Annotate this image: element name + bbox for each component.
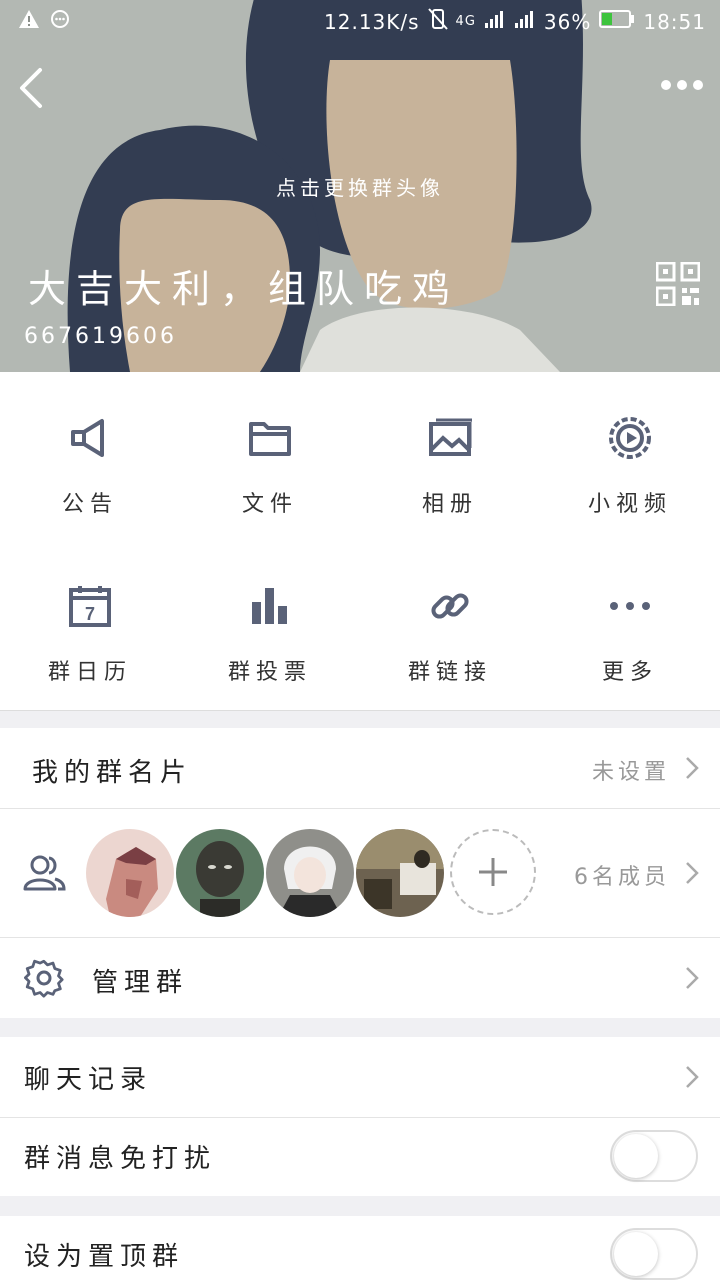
folder-icon xyxy=(249,422,291,456)
feature-album[interactable]: 相册 xyxy=(360,416,540,546)
network-speed: 12.13K/s xyxy=(324,9,420,34)
feature-short-video[interactable]: 小视频 xyxy=(540,416,720,546)
chevron-right-icon xyxy=(686,757,699,779)
chevron-right-icon xyxy=(686,1066,699,1088)
link-icon xyxy=(431,593,469,619)
feature-calendar[interactable]: 7 群日历 xyxy=(0,584,180,714)
group-header[interactable]: 12.13K/s 4G 36% 18:51 点击更换群头像 大吉大利，组队吃鸡 … xyxy=(0,0,720,372)
megaphone-icon xyxy=(71,419,104,457)
calendar-icon: 7 xyxy=(69,586,111,627)
feature-label: 文件 xyxy=(241,492,298,517)
feature-label: 群日历 xyxy=(47,660,132,685)
signal-2-icon xyxy=(514,9,536,34)
feature-label: 公告 xyxy=(61,492,118,517)
feature-label: 群链接 xyxy=(407,660,492,685)
gear-icon xyxy=(24,959,64,998)
feature-grid: 公告 文件 相册 小视频 7 群日历 群投票 群链接 更多 xyxy=(0,372,720,711)
chat-history-label: 聊天记录 xyxy=(24,1065,153,1095)
battery-icon xyxy=(599,9,635,34)
mute-row: 群消息免打扰 xyxy=(0,1118,720,1196)
my-group-card-value: 未设置 xyxy=(591,760,670,785)
pin-toggle[interactable] xyxy=(610,1228,698,1280)
album-icon xyxy=(429,418,472,456)
chat-history-row[interactable]: 聊天记录 xyxy=(0,1037,720,1117)
members-icon xyxy=(23,855,66,891)
change-avatar-hint[interactable]: 点击更换群头像 xyxy=(0,172,720,201)
feature-announcement[interactable]: 公告 xyxy=(0,416,180,546)
manage-group-row[interactable]: 管理群 xyxy=(0,938,720,1018)
feature-label: 群投票 xyxy=(227,660,312,685)
chevron-right-icon xyxy=(686,862,699,884)
back-button[interactable] xyxy=(14,66,54,110)
my-group-card-label: 我的群名片 xyxy=(32,758,193,788)
toggle-knob xyxy=(614,1134,658,1178)
warning-icon xyxy=(18,9,40,34)
member-count: 6名成员 xyxy=(574,865,670,890)
signal-icon xyxy=(484,9,506,34)
members-row[interactable]: 6名成员 xyxy=(0,809,720,937)
calendar-day: 7 xyxy=(85,604,95,624)
member-avatar[interactable] xyxy=(356,829,444,917)
ellipsis-icon xyxy=(661,80,703,90)
feature-label: 更多 xyxy=(601,660,658,685)
toggle-knob xyxy=(614,1232,658,1276)
clock: 18:51 xyxy=(643,9,706,34)
manage-group-label: 管理群 xyxy=(92,968,189,998)
more-icon xyxy=(610,602,650,610)
message-icon xyxy=(50,9,70,34)
feature-more[interactable]: 更多 xyxy=(540,584,720,714)
more-options-button[interactable] xyxy=(660,74,704,96)
feature-label: 小视频 xyxy=(587,492,672,517)
feature-files[interactable]: 文件 xyxy=(180,416,360,546)
pin-row: 设为置顶群 xyxy=(0,1216,720,1280)
video-icon xyxy=(609,417,651,459)
chevron-left-icon xyxy=(20,68,42,108)
chevron-right-icon xyxy=(686,967,699,989)
feature-vote[interactable]: 群投票 xyxy=(180,584,360,714)
pin-label: 设为置顶群 xyxy=(24,1242,185,1272)
vote-icon xyxy=(252,588,287,624)
group-id: 667619606 xyxy=(24,324,177,349)
feature-label: 相册 xyxy=(421,492,478,517)
add-member-button[interactable] xyxy=(450,829,536,915)
mute-toggle[interactable] xyxy=(610,1130,698,1182)
qr-code-button[interactable] xyxy=(655,261,701,307)
network-type: 4G xyxy=(455,14,476,29)
member-avatar[interactable] xyxy=(266,829,354,917)
member-avatar[interactable] xyxy=(86,829,174,917)
vibrate-off-icon xyxy=(427,8,448,35)
my-group-card-row[interactable]: 我的群名片 未设置 xyxy=(0,728,720,808)
plus-icon xyxy=(479,858,507,886)
member-avatar[interactable] xyxy=(176,829,264,917)
group-name: 大吉大利，组队吃鸡 xyxy=(28,267,461,311)
mute-label: 群消息免打扰 xyxy=(24,1144,217,1174)
battery-percent: 36% xyxy=(543,9,592,34)
status-bar: 12.13K/s 4G 36% 18:51 xyxy=(0,0,720,42)
qr-code-icon xyxy=(655,261,701,307)
feature-link[interactable]: 群链接 xyxy=(360,584,540,714)
